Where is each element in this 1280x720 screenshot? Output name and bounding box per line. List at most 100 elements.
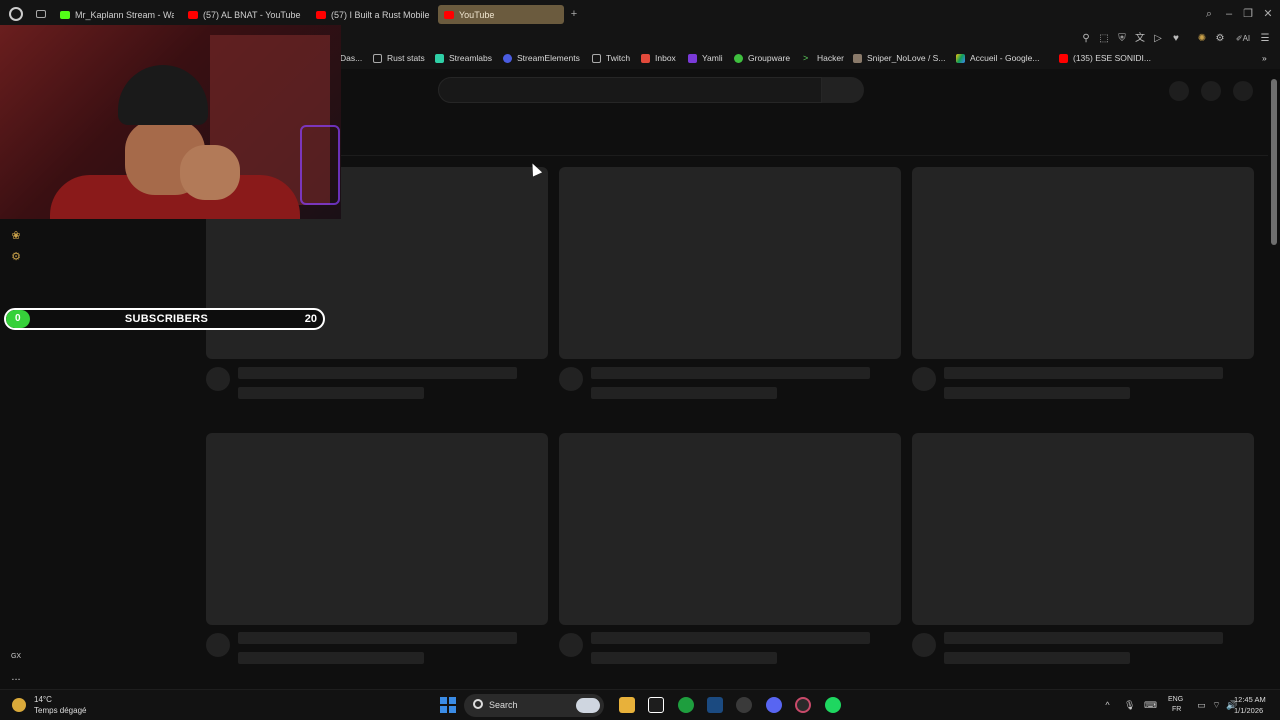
bookmark-item[interactable]: StreamElements (503, 53, 580, 63)
channel-avatar-placeholder (559, 633, 583, 657)
page-scrollbar[interactable] (1268, 69, 1280, 689)
groupware-icon (734, 53, 743, 63)
discord-icon[interactable] (766, 697, 782, 713)
opera-gx-logo-icon[interactable] (9, 7, 23, 21)
menu-icon[interactable]: ☰ (1259, 33, 1271, 45)
bookmark-label: Streamlabs (449, 53, 492, 63)
tab-kick-stream[interactable]: Mr_Kaplann Stream - Watc (54, 5, 174, 24)
language-top[interactable]: ENG (1168, 696, 1183, 703)
more-icon[interactable]: ... (9, 670, 23, 684)
video-thumbnail-placeholder[interactable] (206, 433, 548, 625)
maximize-icon[interactable]: ❐ (1242, 8, 1254, 20)
bookmark-item[interactable]: Streamlabs (435, 53, 492, 63)
clock-date[interactable]: 1/1/2026 (1234, 706, 1263, 715)
channel-avatar-placeholder (912, 633, 936, 657)
bookmark-label: Hacker (817, 53, 844, 63)
microphone-icon[interactable]: 🎙 (1124, 700, 1135, 711)
ai-label: AI (1242, 34, 1251, 43)
close-icon[interactable]: ✕ (1262, 8, 1274, 20)
settings-gear-icon[interactable]: ⚙ (9, 250, 23, 264)
tab-title: (57) AL BNAT - YouTube (203, 9, 301, 20)
youtube-icon (316, 10, 326, 19)
bookmark-label: Groupware (748, 53, 791, 63)
channel-avatar-placeholder (559, 367, 583, 391)
chevron-up-icon[interactable]: ^ (1102, 700, 1113, 711)
youtube-icon (188, 10, 198, 19)
keyboard-icon[interactable]: ⌨ (1144, 700, 1157, 711)
weather-moon-icon[interactable] (12, 698, 26, 712)
goal-label: SUBSCRIBERS (124, 313, 209, 325)
search-button[interactable] (822, 77, 864, 103)
extensions-puzzle-icon[interactable]: ⚙ (1214, 33, 1226, 45)
bookmarks-overflow-icon[interactable]: » (1262, 53, 1267, 63)
terminal-icon: > (803, 52, 809, 63)
display-icon[interactable]: ▭ (1196, 700, 1207, 711)
title-placeholder (944, 632, 1223, 644)
search-input[interactable] (438, 77, 822, 103)
youtube-icon (1059, 53, 1068, 63)
bookmark-label: StreamElements (517, 53, 580, 63)
file-explorer-icon[interactable] (619, 697, 635, 713)
bookmark-item[interactable]: > Hacker (803, 53, 844, 63)
bookmark-item[interactable]: Sniper_NoLove / S... (853, 53, 945, 63)
taskbar-search[interactable]: Search (464, 694, 604, 717)
extension-icon[interactable]: ✺ (1196, 33, 1208, 45)
tab-rust-mobile[interactable]: (57) I Built a Rust Mobile T (310, 5, 432, 24)
notifications-placeholder (1201, 81, 1221, 101)
scrollbar-thumb[interactable] (1271, 79, 1277, 245)
tab-al-bnat[interactable]: (57) AL BNAT - YouTube (182, 5, 304, 24)
clock-time[interactable]: 12:45 AM (1234, 695, 1266, 704)
bookmark-item[interactable]: Rust stats (373, 53, 425, 63)
bookmark-item[interactable]: (135) ESE SONIDI... (1059, 53, 1151, 63)
bookmark-item[interactable]: Das... (340, 53, 362, 63)
bookmark-item[interactable]: Groupware (734, 53, 790, 63)
heart-icon[interactable]: ♥ (1170, 33, 1182, 45)
video-thumbnail-placeholder[interactable] (559, 433, 901, 625)
streamer-hand (180, 145, 240, 200)
meta-placeholder (944, 652, 1130, 664)
obs-icon[interactable] (736, 697, 752, 713)
tab-switcher-icon[interactable] (36, 10, 46, 18)
gmail-icon (641, 53, 650, 63)
webcam-overlay (0, 25, 341, 219)
xbox-icon[interactable] (678, 697, 694, 713)
gx-label[interactable]: GX (7, 650, 25, 664)
video-thumbnail-placeholder[interactable] (912, 167, 1254, 359)
create-placeholder (1169, 81, 1189, 101)
start-windows-icon[interactable] (440, 697, 456, 713)
title-placeholder (238, 367, 517, 379)
bookmark-item[interactable]: Inbox (641, 53, 676, 63)
bookmark-label: Das... (340, 53, 363, 63)
capcut-icon[interactable] (648, 697, 664, 713)
snapshot-icon[interactable]: ⬚ (1098, 33, 1110, 45)
opera-gx-icon[interactable] (795, 697, 811, 713)
meta-placeholder (591, 652, 777, 664)
avatar-icon (853, 53, 862, 63)
bookmark-item[interactable]: Twitch (592, 53, 630, 63)
steam-icon[interactable] (707, 697, 723, 713)
youtube-icon (444, 10, 454, 19)
language-bottom[interactable]: FR (1172, 706, 1181, 713)
spotify-icon[interactable] (825, 697, 841, 713)
adblock-shield-icon[interactable]: ⛨ (1116, 33, 1128, 45)
minimize-icon[interactable]: – (1223, 8, 1235, 20)
bookmark-item[interactable]: Yamli (688, 53, 723, 63)
title-placeholder (591, 367, 870, 379)
drive-icon (956, 53, 965, 63)
weather-temperature[interactable]: 14°C (34, 695, 52, 704)
search-tabs-icon[interactable]: ⌕ (1203, 8, 1215, 20)
new-tab-icon[interactable]: + (568, 8, 580, 20)
video-thumbnail-placeholder[interactable] (559, 167, 901, 359)
translate-icon[interactable]: 文 (1134, 33, 1146, 45)
network-icon[interactable]: ⌔ (1211, 700, 1222, 711)
aria-ai-icon[interactable]: ✐AI (1232, 33, 1254, 45)
bookmark-label: Accueil - Google... (970, 53, 1040, 63)
weather-description[interactable]: Temps dégagé (34, 706, 86, 715)
play-icon[interactable]: ▷ (1152, 33, 1164, 45)
bookmark-label: Inbox (655, 53, 676, 63)
gx-cleaner-icon[interactable]: ❀ (9, 229, 23, 243)
bookmark-item[interactable]: Accueil - Google... (956, 53, 1039, 63)
video-thumbnail-placeholder[interactable] (912, 433, 1254, 625)
pin-icon[interactable]: ⚲ (1080, 33, 1092, 45)
tab-youtube-active[interactable]: YouTube (438, 5, 564, 24)
